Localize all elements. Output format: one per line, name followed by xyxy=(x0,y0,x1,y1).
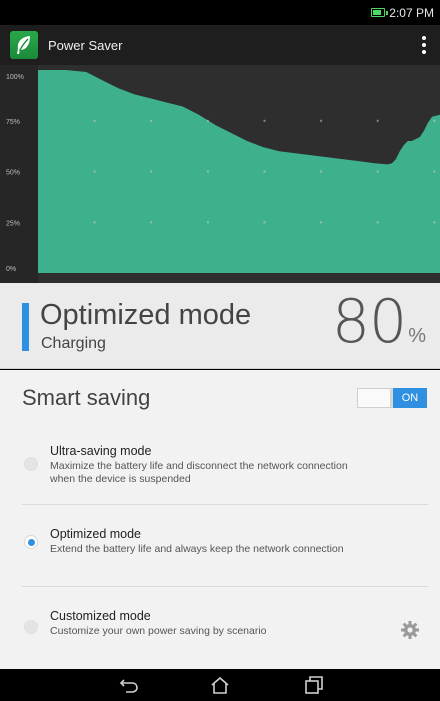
chart-grid-dot xyxy=(150,119,153,122)
option-description: Maximize the battery life and disconnect… xyxy=(50,460,410,486)
chart-grid-dot xyxy=(320,170,323,173)
chart-grid-dot xyxy=(263,221,266,224)
mode-accent-bar xyxy=(22,303,29,351)
chart-grid-dot xyxy=(263,170,266,173)
navigation-bar xyxy=(0,669,440,701)
customized-radio[interactable] xyxy=(24,620,38,634)
chart-grid-dot xyxy=(433,170,436,173)
option-description: Customize your own power saving by scena… xyxy=(50,625,267,637)
chart-grid-dot xyxy=(206,170,209,173)
chart-grid-dot xyxy=(320,119,323,122)
option-description: Extend the battery life and always keep … xyxy=(50,543,344,555)
y-tick-label: 100% xyxy=(6,74,24,81)
toggle-on-label: ON xyxy=(393,388,427,408)
option-customized-mode[interactable]: Customized mode Customize your own power… xyxy=(0,587,440,669)
chart-grid-dot xyxy=(93,170,96,173)
chart-grid-dot xyxy=(206,221,209,224)
battery-charging-icon xyxy=(371,8,389,17)
y-tick-label: 50% xyxy=(6,170,20,177)
battery-level-value: 80 xyxy=(331,287,407,357)
chart-grid-dot xyxy=(150,170,153,173)
ultra-saving-radio[interactable] xyxy=(24,457,38,471)
chart-grid-dot xyxy=(93,119,96,122)
y-tick-label: 0% xyxy=(6,266,16,273)
back-icon[interactable] xyxy=(118,675,140,695)
current-mode-name: Optimized mode xyxy=(40,299,252,331)
battery-percentage: 80% xyxy=(332,287,426,357)
option-optimized-mode[interactable]: Optimized mode Extend the battery life a… xyxy=(0,505,440,587)
chart-grid-dot xyxy=(93,221,96,224)
chart-grid-dot xyxy=(376,221,379,224)
chart-grid-dot xyxy=(320,221,323,224)
option-label: Optimized mode xyxy=(50,527,142,541)
option-ultra-saving-mode[interactable]: Ultra-saving mode Maximize the battery l… xyxy=(0,422,440,504)
option-label: Customized mode xyxy=(50,609,151,623)
current-mode-panel: Optimized mode Charging 80% xyxy=(0,283,440,369)
smart-saving-section: Smart saving ON Ultra-saving mode Maximi… xyxy=(0,370,440,669)
chart-grid-dot xyxy=(433,221,436,224)
leaf-icon xyxy=(10,31,38,59)
battery-level-area xyxy=(38,70,440,273)
y-tick-label: 75% xyxy=(6,119,20,126)
option-label: Ultra-saving mode xyxy=(50,444,152,458)
option-desc-line: when the device is suspended xyxy=(50,473,191,485)
overflow-menu-icon[interactable] xyxy=(422,36,426,54)
chart-grid-dot xyxy=(150,221,153,224)
chart-grid-dot xyxy=(263,119,266,122)
status-bar: 2:07 PM xyxy=(0,0,440,25)
smart-saving-title: Smart saving xyxy=(22,385,151,410)
y-tick-label: 25% xyxy=(6,220,20,227)
gear-icon[interactable] xyxy=(400,620,420,640)
status-time: 2:07 PM xyxy=(389,5,434,20)
optimized-radio[interactable] xyxy=(24,535,38,549)
action-bar: Power Saver xyxy=(0,25,440,65)
smart-saving-toggle[interactable]: ON xyxy=(357,388,427,408)
percent-sign: % xyxy=(408,325,426,347)
recents-icon[interactable] xyxy=(303,675,325,695)
app-title: Power Saver xyxy=(48,37,123,53)
option-desc-line: Maximize the battery life and disconnect… xyxy=(50,460,348,472)
toggle-thumb xyxy=(357,388,391,408)
chart-grid-dot xyxy=(433,119,436,122)
chart-grid-dot xyxy=(206,119,209,122)
chart-grid-dot xyxy=(376,119,379,122)
chart-grid-dot xyxy=(376,170,379,173)
home-icon[interactable] xyxy=(209,675,231,695)
battery-history-chart: 100% 75% 50% 25% 0% xyxy=(0,65,440,283)
charging-status: Charging xyxy=(41,335,106,352)
